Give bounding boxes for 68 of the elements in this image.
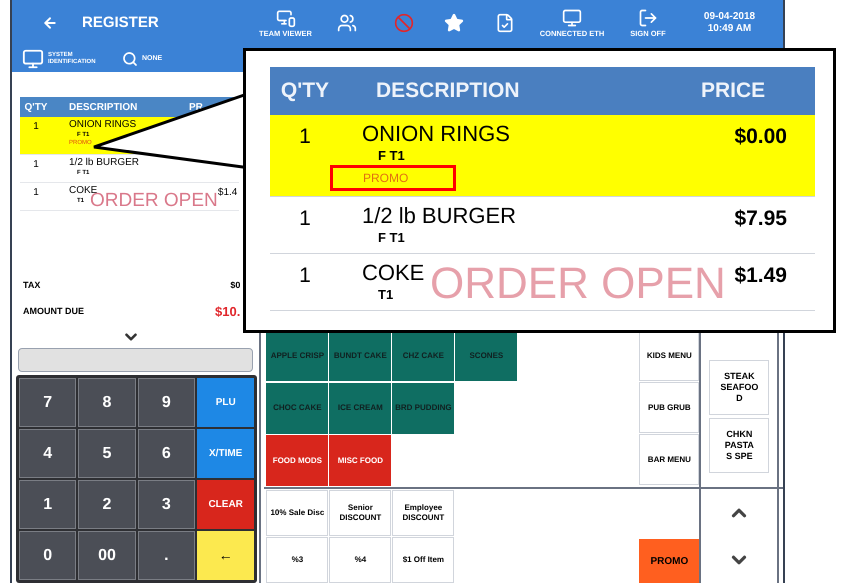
keypad-key[interactable]: 3 xyxy=(138,480,196,529)
promo-button[interactable]: PROMO xyxy=(639,539,700,583)
keypad-key[interactable]: CLEAR xyxy=(197,480,254,529)
keypad-key[interactable]: ← xyxy=(197,531,254,580)
item-note: F T1 xyxy=(378,229,405,247)
item-name: ONION RINGS xyxy=(69,119,136,131)
total-label: TAX xyxy=(23,279,40,292)
document-icon xyxy=(495,13,515,33)
quantity-text: 1 xyxy=(32,186,40,200)
category-button[interactable]: CHKN PASTA S SPE xyxy=(709,418,770,473)
keypad-key[interactable]: PLU xyxy=(197,378,254,427)
keypad-key[interactable]: 1 xyxy=(19,480,76,529)
price-text: $1.49 xyxy=(734,263,787,289)
prohibited-icon xyxy=(394,13,414,33)
discount-button[interactable]: %4 xyxy=(329,537,392,583)
item-name: 1/2 lb BURGER xyxy=(362,203,516,229)
category-button[interactable]: KIDS MENU xyxy=(639,330,700,381)
keypad-key[interactable]: 7 xyxy=(19,378,76,427)
item-note: T1 xyxy=(378,286,394,304)
date-text: 09-04-2018 xyxy=(704,11,756,23)
category-button[interactable]: BAR MENU xyxy=(639,434,700,485)
keypad-key[interactable]: 6 xyxy=(138,429,196,478)
price-text: $1.4 xyxy=(218,186,238,200)
search-icon xyxy=(122,51,138,67)
screen-title: REGISTER xyxy=(82,12,159,33)
quantity-text: 1 xyxy=(298,124,312,150)
monitor-icon xyxy=(22,48,44,70)
total-value: $10. xyxy=(215,303,240,322)
monitor-icon xyxy=(562,8,582,28)
people-icon xyxy=(337,13,357,33)
keypad-key[interactable]: 00 xyxy=(78,531,136,580)
discount-button[interactable]: %3 xyxy=(266,537,328,583)
keypad-key[interactable]: 5 xyxy=(78,429,136,478)
keypad-key[interactable]: . xyxy=(138,531,196,580)
total-value: $0 xyxy=(230,279,240,292)
star-icon xyxy=(444,13,464,33)
keypad-key[interactable]: 8 xyxy=(78,378,136,427)
total-label: AMOUNT DUE xyxy=(23,305,84,318)
keypad-key[interactable]: 0 xyxy=(19,531,76,580)
item-name: 1/2 lb BURGER xyxy=(69,157,140,169)
discount-button[interactable]: Senior DISCOUNT xyxy=(329,490,392,536)
monitors-icon xyxy=(276,8,296,28)
item-name: COKE xyxy=(362,260,424,286)
order-table-header: Q'TY DESCRIPTION PRICE xyxy=(270,67,815,115)
discount-button[interactable]: $1 Off Item xyxy=(392,537,454,583)
quantity-text: 1 xyxy=(298,206,312,232)
keypad-key[interactable]: 9 xyxy=(138,378,196,427)
order-status-watermark: ORDER OPEN xyxy=(430,262,726,306)
category-button[interactable]: STEAK SEAFOO D xyxy=(709,360,770,415)
quantity-text: 1 xyxy=(32,158,40,172)
time-text: 10:49 AM xyxy=(708,23,752,35)
discount-button[interactable]: Employee DISCOUNT xyxy=(392,490,454,536)
quantity-text: 1 xyxy=(298,263,312,289)
menu-item-tile[interactable]: MISC FOOD xyxy=(329,435,392,486)
keypad-key[interactable]: X/TIME xyxy=(197,429,254,478)
keypad-key[interactable]: 2 xyxy=(78,480,136,529)
discount-button[interactable]: 10% Sale Disc xyxy=(266,490,328,536)
menu-item-tile[interactable]: FOOD MODS xyxy=(266,435,328,486)
item-name: ONION RINGS xyxy=(362,121,510,147)
quantity-text: 1 xyxy=(32,120,40,134)
keypad-key[interactable]: 4 xyxy=(19,429,76,478)
exit-icon xyxy=(638,8,658,28)
category-button[interactable]: PUB GRUB xyxy=(639,382,700,433)
price-text: $0.00 xyxy=(734,124,787,150)
price-text: $7.95 xyxy=(734,206,787,232)
order-row[interactable]: 1 ONION RINGS F T1 PROMO $0.00 xyxy=(270,115,815,197)
promo-label: PROMO xyxy=(330,165,456,191)
item-note: F T1 xyxy=(378,147,405,165)
